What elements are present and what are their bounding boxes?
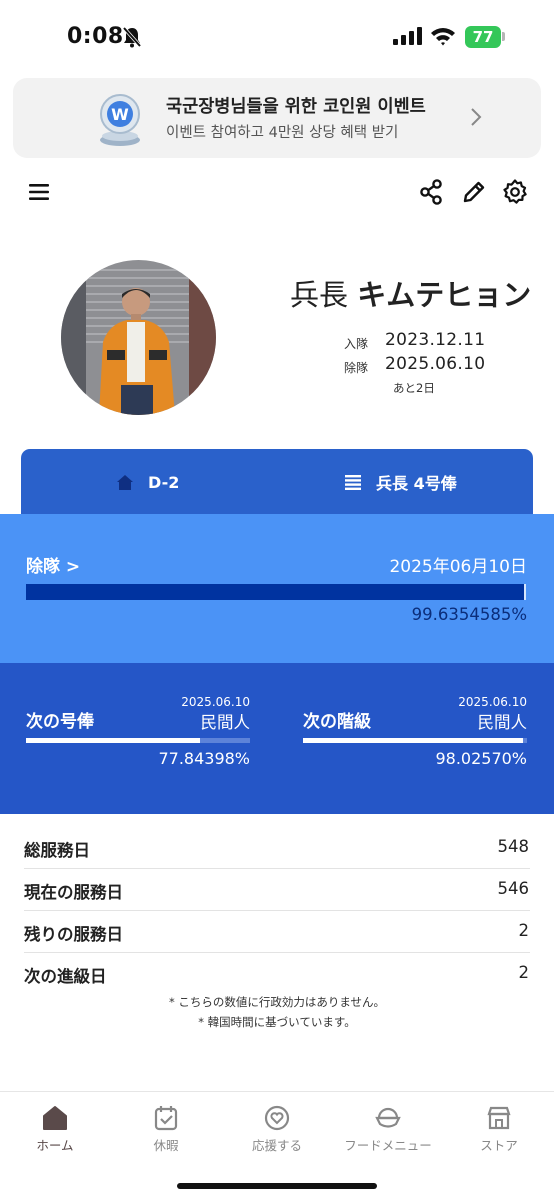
disclaimer-note: * こちらの数値に行政効力はありません。 (168, 995, 386, 1009)
wifi-icon (431, 28, 455, 46)
next-pay-value: 民間人 (200, 713, 251, 732)
discharge-date: 2025.06.10 (385, 354, 486, 374)
stat-row: 総服務日 548 (24, 827, 530, 869)
settings-icon[interactable] (501, 178, 529, 206)
nav-vacation[interactable]: 休暇 (111, 1104, 221, 1154)
tab-dday-label: D-2 (148, 472, 180, 492)
stat-value: 548 (497, 837, 530, 856)
next-rank-track (303, 738, 527, 743)
service-stats: 総服務日 548 現在の服務日 546 残りの服務日 2 次の進級日 2 (24, 827, 530, 995)
menu-icon[interactable] (26, 178, 54, 206)
top-toolbar (0, 170, 554, 214)
edit-icon[interactable] (460, 178, 488, 206)
home-icon (117, 474, 133, 490)
remaining-days: あと2日 (393, 381, 435, 395)
coin-trophy-icon: W (100, 94, 140, 146)
stat-label: 残りの服務日 (24, 925, 123, 944)
banner-title: 국군장병님들을 위한 코인원 이벤트 (166, 97, 426, 117)
next-pay-fill (26, 738, 201, 743)
nav-vacation-label: 休暇 (153, 1138, 179, 1153)
stat-label: 次の進級日 (24, 967, 107, 986)
next-rank-label: 次の階級 (303, 712, 371, 732)
rice-bowl-icon (375, 1107, 401, 1128)
battery-tip (502, 32, 505, 41)
profile-name: 兵長 キムテヒョン (290, 272, 531, 314)
nav-home-label: ホーム (36, 1138, 74, 1153)
next-pay-date: 2025.06.10 (181, 695, 250, 709)
nav-food-menu-label: フードメニュー (344, 1138, 432, 1153)
stat-row: 現在の服務日 546 (24, 869, 530, 911)
svg-text:W: W (111, 105, 129, 124)
discharge-label: 除隊 (344, 361, 369, 375)
nav-store-label: ストア (480, 1138, 518, 1153)
info-tabs: D-2 兵長 4号俸 (21, 449, 533, 515)
next-rank-date: 2025.06.10 (458, 695, 527, 709)
next-rank-card: 2025.06.10 次の階級 民間人 98.02570% (303, 663, 527, 814)
chevron-right-icon (471, 108, 482, 126)
stat-label: 総服務日 (24, 841, 90, 860)
discharge-progress-fill (26, 584, 525, 600)
avatar (61, 260, 216, 415)
enlist-date: 2023.12.11 (385, 330, 486, 350)
next-pay-percent: 77.84398% (158, 749, 250, 768)
tab-rank-pay[interactable]: 兵長 4号俸 (344, 449, 457, 515)
nav-food-menu[interactable]: フードメニュー (333, 1104, 443, 1154)
tab-rank-pay-label: 兵長 4号俸 (376, 474, 457, 493)
stat-value: 546 (497, 879, 530, 898)
stat-row: 次の進級日 2 (24, 953, 530, 995)
discharge-link[interactable]: 除隊 > (26, 552, 80, 577)
next-rank-percent: 98.02570% (435, 749, 527, 768)
battery-icon: 77 (465, 26, 501, 48)
next-pay-card: 2025.06.10 次の号俸 民間人 77.84398% (26, 663, 250, 814)
timezone-note: * 韓国時間に基づいています。 (198, 1015, 356, 1029)
enlist-label: 入隊 (344, 337, 369, 351)
heart-badge-icon (264, 1105, 290, 1131)
share-icon[interactable] (418, 178, 446, 206)
next-rank-value: 民間人 (477, 713, 528, 732)
member-name: キムテヒョン (357, 278, 532, 312)
banner-subtitle: 이벤트 참여하고 4만원 상당 혜택 받기 (166, 125, 399, 141)
next-pay-label: 次の号俸 (26, 712, 94, 732)
tab-dday[interactable]: D-2 (116, 449, 179, 515)
event-banner[interactable]: W 국군장병님들을 위한 코인원 이벤트 이벤트 참여하고 4만원 상당 혜택 … (13, 78, 541, 158)
discharge-full-date: 2025年06月10日 (389, 557, 527, 577)
home-indicator (177, 1183, 377, 1189)
stat-value: 2 (518, 921, 530, 940)
nav-store[interactable]: ストア (444, 1104, 554, 1154)
nav-home[interactable]: ホーム (0, 1104, 110, 1154)
next-rank-fill (303, 738, 523, 743)
list-icon (345, 475, 361, 490)
signal-icon (393, 27, 422, 45)
next-progress-section: 2025.06.10 次の号俸 民間人 77.84398% 2025.06.10… (0, 663, 554, 814)
rank-label: 兵長 (290, 278, 349, 312)
stat-row: 残りの服務日 2 (24, 911, 530, 953)
status-bar: 0:08 77 (0, 0, 554, 76)
nav-cheer[interactable]: 応援する (222, 1104, 332, 1154)
discharge-progress-section: 除隊 > 2025年06月10日 99.6354585% (0, 514, 554, 664)
bell-slash-icon (122, 26, 142, 48)
stat-label: 現在の服務日 (24, 883, 123, 902)
status-time: 0:08 (67, 24, 124, 49)
discharge-percent: 99.6354585% (411, 605, 527, 624)
stat-value: 2 (518, 963, 530, 982)
home-icon (43, 1106, 67, 1130)
next-pay-track (26, 738, 250, 743)
calendar-check-icon (154, 1106, 178, 1131)
discharge-progress-track (26, 584, 526, 600)
nav-cheer-label: 応援する (251, 1138, 302, 1153)
store-icon (487, 1106, 511, 1130)
